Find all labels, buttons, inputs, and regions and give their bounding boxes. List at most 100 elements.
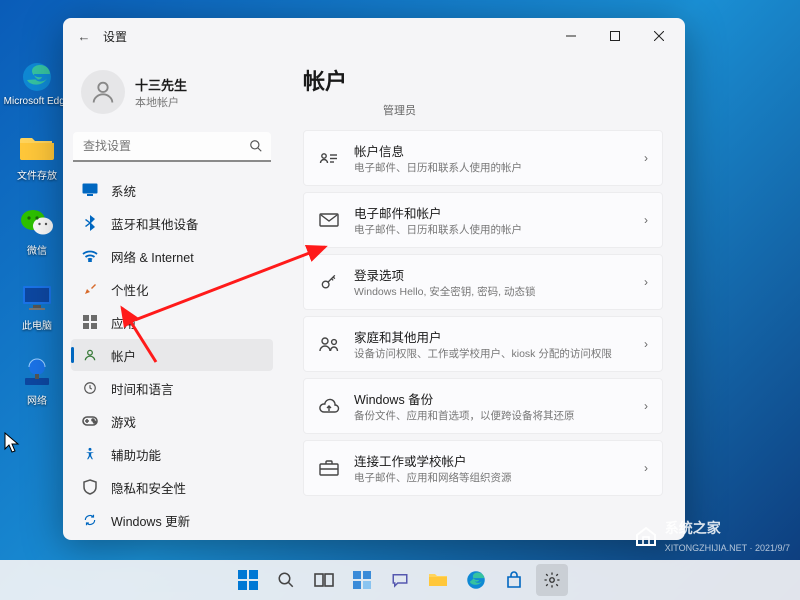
person-icon xyxy=(81,346,99,364)
network-icon xyxy=(20,356,54,390)
desktop-icon-label: Microsoft Edge xyxy=(4,96,71,107)
watermark-url: XITONGZHIJIA.NET xyxy=(665,543,747,553)
nav-item-accounts[interactable]: 帐户 xyxy=(71,339,273,371)
taskbar-store[interactable] xyxy=(498,564,530,596)
nav-item-system[interactable]: 系统 xyxy=(71,174,273,206)
desktop-icon-label: 此电脑 xyxy=(22,317,52,332)
window-controls xyxy=(549,18,681,54)
taskbar-explorer[interactable] xyxy=(422,564,454,596)
desktop-icon-wechat[interactable]: 微信 xyxy=(8,206,66,257)
card-backup[interactable]: Windows 备份备份文件、应用和首选项，以便跨设备将其还原 › xyxy=(303,378,663,434)
taskbar-taskview[interactable] xyxy=(308,564,340,596)
cursor-icon xyxy=(4,432,20,454)
nav-item-apps[interactable]: 应用 xyxy=(71,306,273,338)
desktop-icon-network[interactable]: 网络 xyxy=(8,356,66,407)
desktop-icon-edge[interactable]: Microsoft Edge xyxy=(8,60,66,107)
nav: 系统 蓝牙和其他设备 网络 & Internet 个性化 应用 帐户 时间和语言… xyxy=(71,174,273,536)
edge-icon xyxy=(20,60,54,94)
taskbar-chat[interactable] xyxy=(384,564,416,596)
briefcase-icon xyxy=(318,457,340,479)
people-icon xyxy=(318,333,340,355)
chevron-right-icon: › xyxy=(644,213,648,227)
nav-label: 蓝牙和其他设备 xyxy=(111,214,199,233)
nav-item-time[interactable]: 时间和语言 xyxy=(71,372,273,404)
desktop-icon-thispc[interactable]: 此电脑 xyxy=(8,281,66,332)
main-panel: 帐户 管理员 帐户信息电子邮件、日历和联系人使用的帐户› 电子邮件和帐户电子邮件… xyxy=(281,54,685,540)
user-name: 十三先生 xyxy=(135,75,187,94)
nav-item-network[interactable]: 网络 & Internet xyxy=(71,240,273,272)
card-signin[interactable]: 登录选项Windows Hello, 安全密钥, 密码, 动态锁› xyxy=(303,254,663,310)
search-input[interactable] xyxy=(73,132,271,162)
taskbar-edge[interactable] xyxy=(460,564,492,596)
card-desc: 电子邮件、日历和联系人使用的帐户 xyxy=(354,222,630,237)
maximize-button[interactable] xyxy=(593,18,637,54)
avatar-icon xyxy=(81,70,125,114)
nav-label: 个性化 xyxy=(111,280,149,299)
card-title: 家庭和其他用户 xyxy=(354,327,630,346)
shield-icon xyxy=(81,478,99,496)
close-button[interactable] xyxy=(637,18,681,54)
key-icon xyxy=(318,271,340,293)
nav-label: 系统 xyxy=(111,181,136,200)
nav-label: 隐私和安全性 xyxy=(111,478,186,497)
taskbar-settings[interactable] xyxy=(536,564,568,596)
card-account-info[interactable]: 帐户信息电子邮件、日历和联系人使用的帐户› xyxy=(303,130,663,186)
card-work[interactable]: 连接工作或学校帐户电子邮件、应用和网络等组织资源› xyxy=(303,440,663,496)
nav-item-gaming[interactable]: 游戏 xyxy=(71,405,273,437)
card-family[interactable]: 家庭和其他用户设备访问权限、工作或学校用户、kiosk 分配的访问权限› xyxy=(303,316,663,372)
titlebar: ← 设置 xyxy=(63,18,685,54)
watermark: 系统之家 XITONGZHIJIA.NET · 2021/9/7 xyxy=(633,518,790,554)
mail-icon xyxy=(318,209,340,231)
taskbar xyxy=(0,560,800,600)
card-title: 连接工作或学校帐户 xyxy=(354,451,630,470)
page-title: 帐户 xyxy=(303,64,347,96)
nav-label: Windows 更新 xyxy=(111,511,190,530)
brush-icon xyxy=(81,280,99,298)
desktop-icon-label: 微信 xyxy=(27,242,47,257)
sidebar: 十三先生 本地帐户 系统 蓝牙和其他设备 网络 & Internet 个性化 应… xyxy=(63,54,281,540)
card-desc: 设备访问权限、工作或学校用户、kiosk 分配的访问权限 xyxy=(354,346,630,361)
nav-item-bluetooth[interactable]: 蓝牙和其他设备 xyxy=(71,207,273,239)
chevron-right-icon: › xyxy=(644,151,648,165)
search-icon xyxy=(249,139,263,158)
nav-label: 应用 xyxy=(111,313,136,332)
card-desc: 备份文件、应用和首选项，以便跨设备将其还原 xyxy=(354,408,630,423)
minimize-button[interactable] xyxy=(549,18,593,54)
watermark-text: 系统之家 xyxy=(665,518,790,538)
start-button[interactable] xyxy=(232,564,264,596)
user-block[interactable]: 十三先生 本地帐户 xyxy=(71,58,273,128)
card-title: Windows 备份 xyxy=(354,389,630,408)
gaming-icon xyxy=(81,412,99,430)
search-wrap xyxy=(73,132,271,162)
nav-label: 帐户 xyxy=(111,346,136,365)
card-email[interactable]: 电子邮件和帐户电子邮件、日历和联系人使用的帐户› xyxy=(303,192,663,248)
update-icon xyxy=(81,511,99,529)
desktop-icons: Microsoft Edge 文件存放 微信 此电脑 网络 xyxy=(8,60,66,407)
chevron-right-icon: › xyxy=(644,399,648,413)
watermark-date: 2021/9/7 xyxy=(755,543,790,553)
taskbar-widgets[interactable] xyxy=(346,564,378,596)
nav-item-accessibility[interactable]: 辅助功能 xyxy=(71,438,273,470)
card-desc: 电子邮件、日历和联系人使用的帐户 xyxy=(354,160,630,175)
nav-item-update[interactable]: Windows 更新 xyxy=(71,504,273,536)
computer-icon xyxy=(20,281,54,315)
nav-label: 网络 & Internet xyxy=(111,247,194,266)
taskbar-search[interactable] xyxy=(270,564,302,596)
card-desc: 电子邮件、应用和网络等组织资源 xyxy=(354,470,630,485)
nav-label: 游戏 xyxy=(111,412,136,431)
cloud-icon xyxy=(318,395,340,417)
cards: 帐户信息电子邮件、日历和联系人使用的帐户› 电子邮件和帐户电子邮件、日历和联系人… xyxy=(303,130,663,496)
user-type: 本地帐户 xyxy=(135,94,187,110)
nav-item-personalize[interactable]: 个性化 xyxy=(71,273,273,305)
apps-icon xyxy=(81,313,99,331)
desktop-icon-label: 网络 xyxy=(27,392,47,407)
back-button[interactable]: ← xyxy=(67,19,101,53)
wifi-icon xyxy=(81,247,99,265)
desktop-icon-label: 文件存放 xyxy=(17,167,57,182)
chevron-right-icon: › xyxy=(644,275,648,289)
desktop-icon-folder[interactable]: 文件存放 xyxy=(8,131,66,182)
page-subtitle: 管理员 xyxy=(383,102,663,118)
clock-icon xyxy=(81,379,99,397)
nav-item-privacy[interactable]: 隐私和安全性 xyxy=(71,471,273,503)
nav-label: 时间和语言 xyxy=(111,379,174,398)
